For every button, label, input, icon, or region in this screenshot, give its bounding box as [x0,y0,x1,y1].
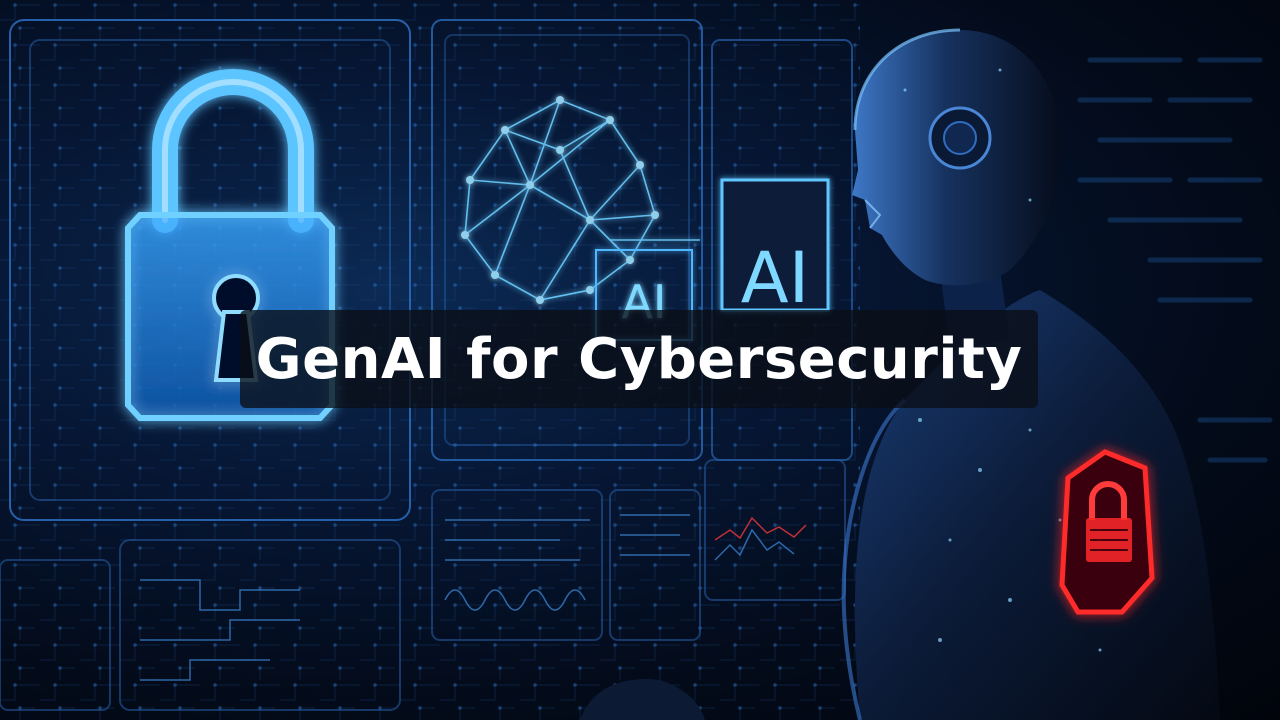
hero-banner: AI AI GenAI for Cybersecurity [0,0,1280,720]
ai-main-label: AI [741,237,810,319]
title-banner: GenAI for Cybersecurity [240,310,1038,408]
ai-main-panel: AI [720,178,830,319]
page-title: GenAI for Cybersecurity [255,326,1023,392]
shoulder-padlock-icon [1059,449,1155,615]
